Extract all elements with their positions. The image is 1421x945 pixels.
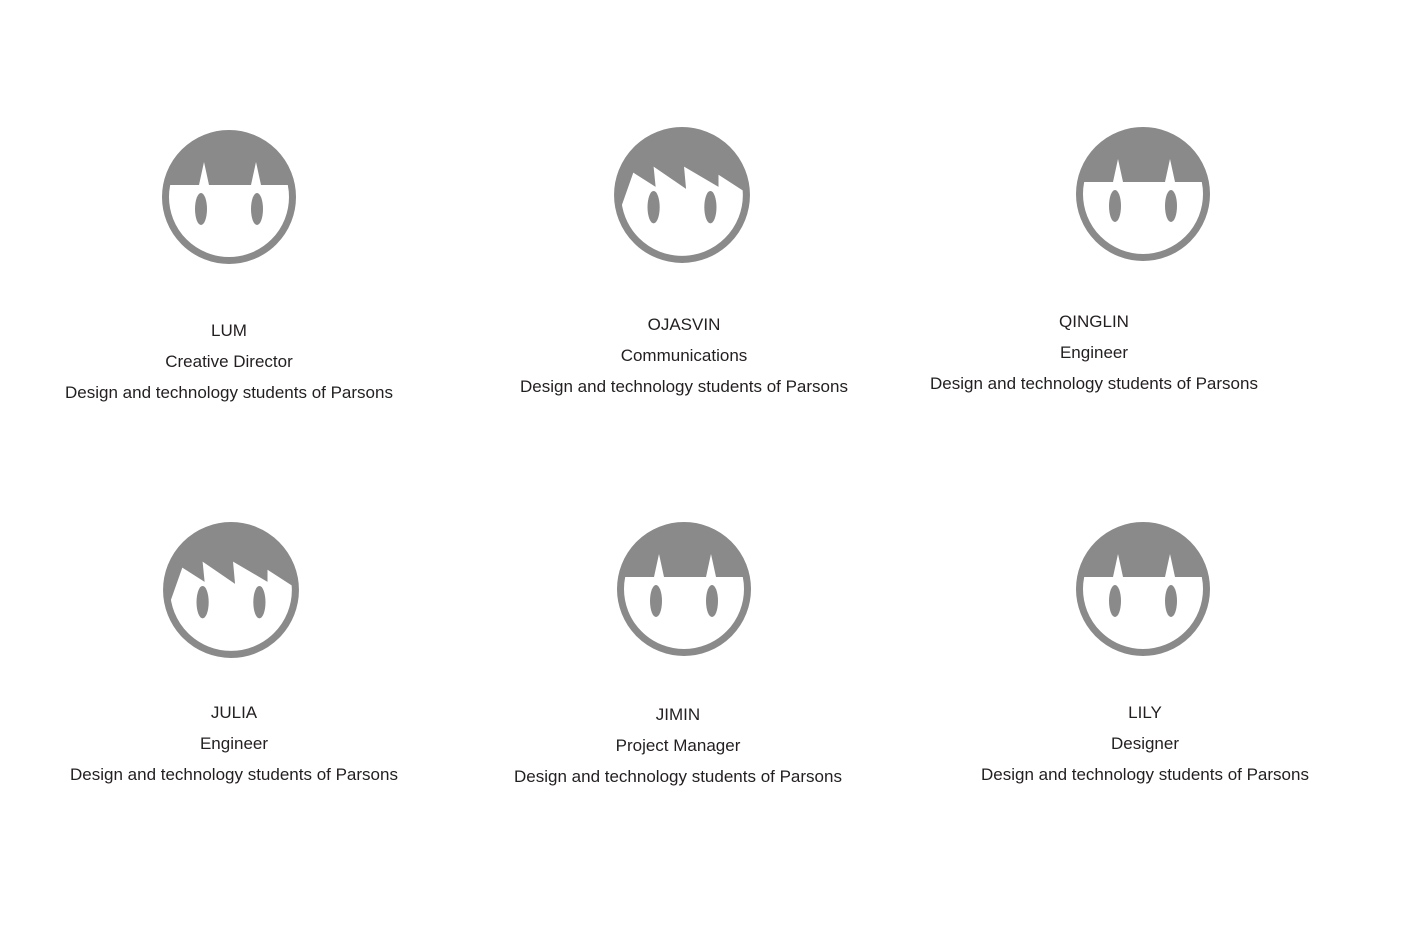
- member-name: QINGLIN: [1059, 312, 1129, 331]
- member-name: JULIA: [210, 703, 258, 722]
- spiky-icon: [611, 124, 753, 266]
- member-name: JIMIN: [655, 705, 701, 724]
- member-name: LILY: [1128, 703, 1162, 722]
- member-description: Design and technology students of Parson…: [930, 374, 1258, 393]
- bob-icon: [159, 127, 299, 267]
- member-description: Design and technology students of Parson…: [520, 377, 848, 396]
- member-role: Communications: [620, 346, 748, 365]
- bob-icon: [614, 519, 754, 659]
- bob-icon: [1073, 124, 1213, 264]
- member-role: Creative Director: [165, 352, 293, 371]
- spiky-icon: [160, 519, 302, 661]
- member-description: Design and technology students of Parson…: [514, 767, 842, 786]
- avatar-lum: [159, 127, 299, 267]
- bob-icon: [1073, 519, 1213, 659]
- member-description: Design and technology students of Parson…: [65, 383, 393, 402]
- member-description: Design and technology students of Parson…: [981, 765, 1309, 784]
- member-name: OJASVIN: [647, 315, 721, 334]
- member-description: Design and technology students of Parson…: [70, 765, 398, 784]
- member-role: Project Manager: [615, 736, 741, 755]
- avatar-ojasvin: [611, 124, 753, 266]
- member-role: Engineer: [1059, 343, 1129, 362]
- avatar-lily: [1073, 519, 1213, 659]
- member-role: Designer: [1110, 734, 1180, 753]
- member-role: Engineer: [199, 734, 269, 753]
- avatar-qinglin: [1073, 124, 1213, 264]
- member-name: LUM: [211, 321, 247, 340]
- avatar-julia: [160, 519, 302, 661]
- avatar-jimin: [614, 519, 754, 659]
